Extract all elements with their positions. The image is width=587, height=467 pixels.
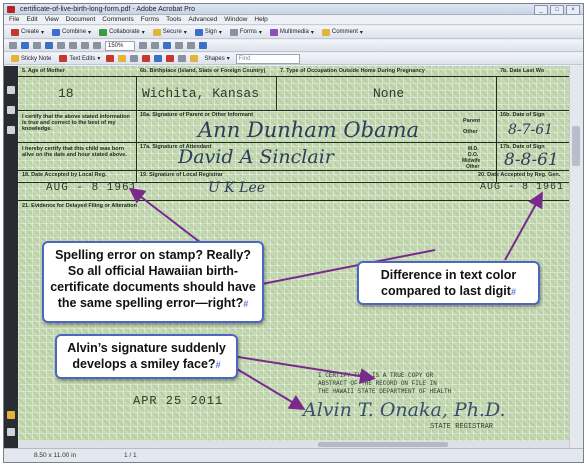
smiley-signature-callout: Alvin’s signature suddenly develops a sm… <box>55 334 238 379</box>
spelling-error-callout: Spelling error on stamp? Really? So all … <box>42 241 264 323</box>
arrow-to-certification <box>231 355 376 385</box>
annotation-arrows <box>128 187 543 411</box>
arrow-to-last-digit <box>504 191 543 261</box>
arrow-to-signature <box>231 365 306 411</box>
text-color-callout: Difference in text color compared to las… <box>357 261 540 305</box>
